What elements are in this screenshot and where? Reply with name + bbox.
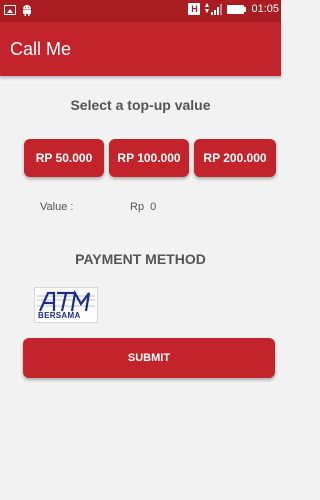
- image-icon: [4, 5, 16, 15]
- status-bar: H ▲ ▼ 01:05: [0, 0, 281, 22]
- status-right-icons: H ▲ ▼ 01:05: [188, 2, 279, 15]
- network-type-icon: H: [188, 3, 201, 15]
- android-icon: [23, 5, 31, 16]
- atm-logo-icon: [37, 290, 95, 312]
- value-amount: Rp 0: [130, 201, 157, 213]
- app-title: Call Me: [10, 39, 72, 59]
- data-arrows-icon: ▲ ▼: [203, 2, 211, 15]
- app-bar: Call Me: [0, 22, 281, 76]
- status-left-icons: [4, 4, 32, 16]
- topup-100000-button[interactable]: RP 100.000: [109, 139, 189, 177]
- submit-button[interactable]: SUBMIT: [23, 338, 275, 378]
- payment-method-heading: PAYMENT METHOD: [75, 251, 206, 267]
- atm-logo-subtext: BERSAMA: [38, 311, 81, 320]
- value-label: Value :: [40, 201, 74, 213]
- battery-icon: [227, 4, 247, 14]
- signal-icon: [211, 3, 223, 15]
- atm-bersama-payment-option[interactable]: BERSAMA: [34, 287, 98, 323]
- status-time: 01:05: [251, 3, 279, 15]
- topup-50000-button[interactable]: RP 50.000: [24, 139, 104, 177]
- topup-200000-button[interactable]: RP 200.000: [194, 139, 276, 177]
- topup-heading: Select a top-up value: [70, 97, 211, 113]
